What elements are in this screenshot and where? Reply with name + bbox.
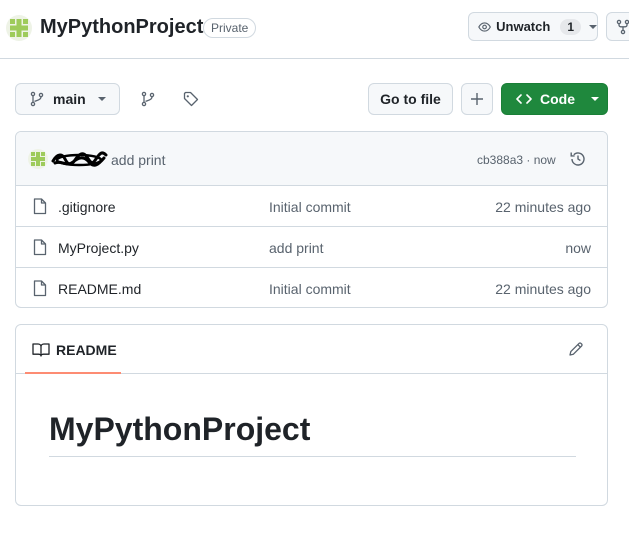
file-commit-message[interactable]: Initial commit [269,199,351,215]
file-name[interactable]: README.md [58,281,141,297]
file-icon [33,198,47,215]
code-button[interactable]: Code [501,83,608,115]
book-icon [32,343,50,357]
branches-icon[interactable] [140,91,156,107]
author-avatar[interactable] [28,149,48,169]
file-list: add print cb388a3 · now .gitignore Initi… [15,131,608,308]
repo-header: MyPythonProject Private Unwatch 1 [0,0,629,59]
code-label: Code [540,91,575,107]
readme-heading: MyPythonProject [49,409,576,457]
fork-button[interactable] [606,12,629,41]
file-commit-message[interactable]: add print [269,240,323,256]
unwatch-button[interactable]: Unwatch 1 [468,12,598,41]
plus-icon [471,93,483,105]
file-icon [33,239,47,256]
tag-icon[interactable] [183,91,199,107]
branch-name: main [53,91,86,107]
watch-count: 1 [560,18,581,35]
history-icon[interactable] [569,150,587,168]
chevron-down-icon [589,24,597,29]
readme-tabbar: README [16,325,607,374]
file-commit-time: 22 minutes ago [495,281,591,297]
file-row[interactable]: README.md Initial commit 22 minutes ago [16,268,607,307]
fork-icon [616,19,629,34]
file-commit-time: now [565,240,591,256]
repo-identicon-icon [6,15,32,41]
latest-commit-bar: add print cb388a3 · now [16,132,607,186]
file-icon [33,280,47,297]
eye-icon [478,21,491,32]
latest-commit-message[interactable]: add print [111,152,165,168]
file-name[interactable]: .gitignore [58,199,116,215]
unwatch-label: Unwatch [496,19,551,34]
readme-panel: README MyPythonProject [15,324,608,506]
file-commit-message[interactable]: Initial commit [269,281,351,297]
latest-commit-meta[interactable]: cb388a3 · now [477,153,556,167]
chevron-down-icon [97,97,106,101]
visibility-badge: Private [203,18,257,38]
add-file-button[interactable] [461,83,493,115]
repo-name[interactable]: MyPythonProject [40,16,203,39]
branch-selector[interactable]: main [15,83,120,115]
file-row[interactable]: MyProject.py add print now [16,227,607,268]
file-row[interactable]: .gitignore Initial commit 22 minutes ago [16,186,607,227]
tab-readme[interactable]: README [25,325,121,374]
file-commit-time: 22 minutes ago [495,199,591,215]
readme-tab-label: README [56,342,117,358]
git-branch-icon [30,91,44,107]
pencil-icon[interactable] [568,341,584,357]
chevron-down-icon [591,97,599,101]
code-icon [516,94,532,104]
redacted-author-scribble [51,151,108,167]
file-name[interactable]: MyProject.py [58,240,139,256]
go-to-file-button[interactable]: Go to file [368,83,453,115]
